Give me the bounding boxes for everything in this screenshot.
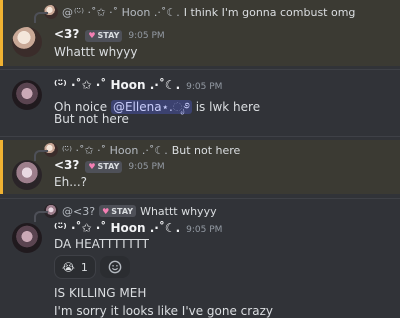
reply-badge: ♥ STAY (99, 205, 137, 217)
reactions-bar: 😭 1 (54, 255, 130, 279)
message-text: Eh...? (54, 175, 87, 189)
reply-text: Whattt whyyy (140, 204, 217, 218)
author-name[interactable]: <3? (54, 27, 79, 41)
divider (0, 198, 400, 199)
status-badge[interactable]: ♥ STAY (85, 29, 123, 42)
reaction-emoji: 😭 (62, 260, 75, 274)
reply-preview[interactable]: @<3? ♥ STAY Whattt whyyy (34, 203, 217, 222)
reaction-count: 1 (80, 260, 88, 274)
reply-text: I think I'm gonna combust omg (183, 5, 356, 19)
avatar[interactable] (12, 80, 42, 110)
status-badge[interactable]: ♥ STAY (85, 160, 123, 173)
badge-label: STAY (111, 206, 134, 216)
author-name[interactable]: ⁽ᵕ̈⁾ ·˚✩ ·˚ Hoon .·˚☾. (54, 221, 180, 235)
avatar[interactable] (12, 160, 42, 190)
reply-author[interactable]: ⁽ᵕ̈⁾ ·˚✩ ·˚ Hoon .·˚☾. (74, 6, 180, 19)
author-name[interactable]: ⁽ᵕ̈⁾ ·˚✩ ·˚ Hoon .·˚☾. (54, 78, 180, 92)
message-highlighted-3[interactable]: ⁽ᵕ̈⁾ ·˚✩ ·˚ Hoon .·˚☾. But not here <3? … (0, 140, 400, 194)
reply-preview[interactable]: ⁽ᵕ̈⁾ ·˚✩ ·˚ Hoon .·˚☾. But not here (34, 142, 241, 161)
text-part: is lwk here (191, 100, 261, 114)
heart-icon: ♥ (102, 206, 110, 216)
message-text: I'm sorry it looks like I've gone crazy (54, 304, 273, 318)
message-2[interactable]: ⁽ᵕ̈⁾ ·˚✩ ·˚ Hoon .·˚☾. 9:05 PM Oh noice … (0, 74, 400, 134)
heart-icon: ♥ (88, 31, 96, 40)
message-text: DA HEATTTTTTT (54, 237, 149, 251)
timestamp: 9:05 PM (186, 82, 223, 92)
reaction-chip[interactable]: 😭 1 (54, 255, 96, 279)
badge-label: STAY (97, 31, 120, 40)
divider (0, 69, 400, 70)
heart-icon: ♥ (88, 162, 96, 171)
timestamp: 9:05 PM (128, 31, 165, 41)
reply-author[interactable]: @<3? (62, 205, 95, 218)
reply-spine-icon (34, 211, 48, 222)
message-4[interactable]: @<3? ♥ STAY Whattt whyyy ⁽ᵕ̈⁾ ·˚✩ ·˚ Hoon… (0, 203, 400, 318)
reply-text: But not here (171, 143, 241, 157)
message-text: But not here (54, 112, 129, 126)
add-reaction-icon (108, 260, 122, 274)
reply-preview[interactable]: @ ⁽ᵕ̈⁾ ·˚✩ ·˚ Hoon .·˚☾. I think I'm gon… (34, 4, 356, 23)
reply-spine-icon (34, 12, 48, 23)
message-text: Whattt whyyy (54, 45, 138, 59)
avatar[interactable] (12, 27, 42, 57)
timestamp: 9:05 PM (186, 225, 223, 235)
reply-prefix: @ (62, 5, 73, 19)
message-text: IS KILLING MEH (54, 286, 147, 300)
badge-label: STAY (97, 162, 120, 171)
message-highlighted-1[interactable]: @ ⁽ᵕ̈⁾ ·˚✩ ·˚ Hoon .·˚☾. I think I'm gon… (0, 0, 400, 66)
reply-author[interactable]: ⁽ᵕ̈⁾ ·˚✩ ·˚ Hoon .·˚☾. (62, 144, 168, 157)
author-name[interactable]: <3? (54, 158, 79, 172)
add-reaction-button[interactable] (99, 256, 130, 278)
reply-spine-icon (34, 150, 48, 161)
avatar[interactable] (12, 223, 42, 253)
divider (0, 136, 400, 137)
timestamp: 9:05 PM (128, 162, 165, 172)
